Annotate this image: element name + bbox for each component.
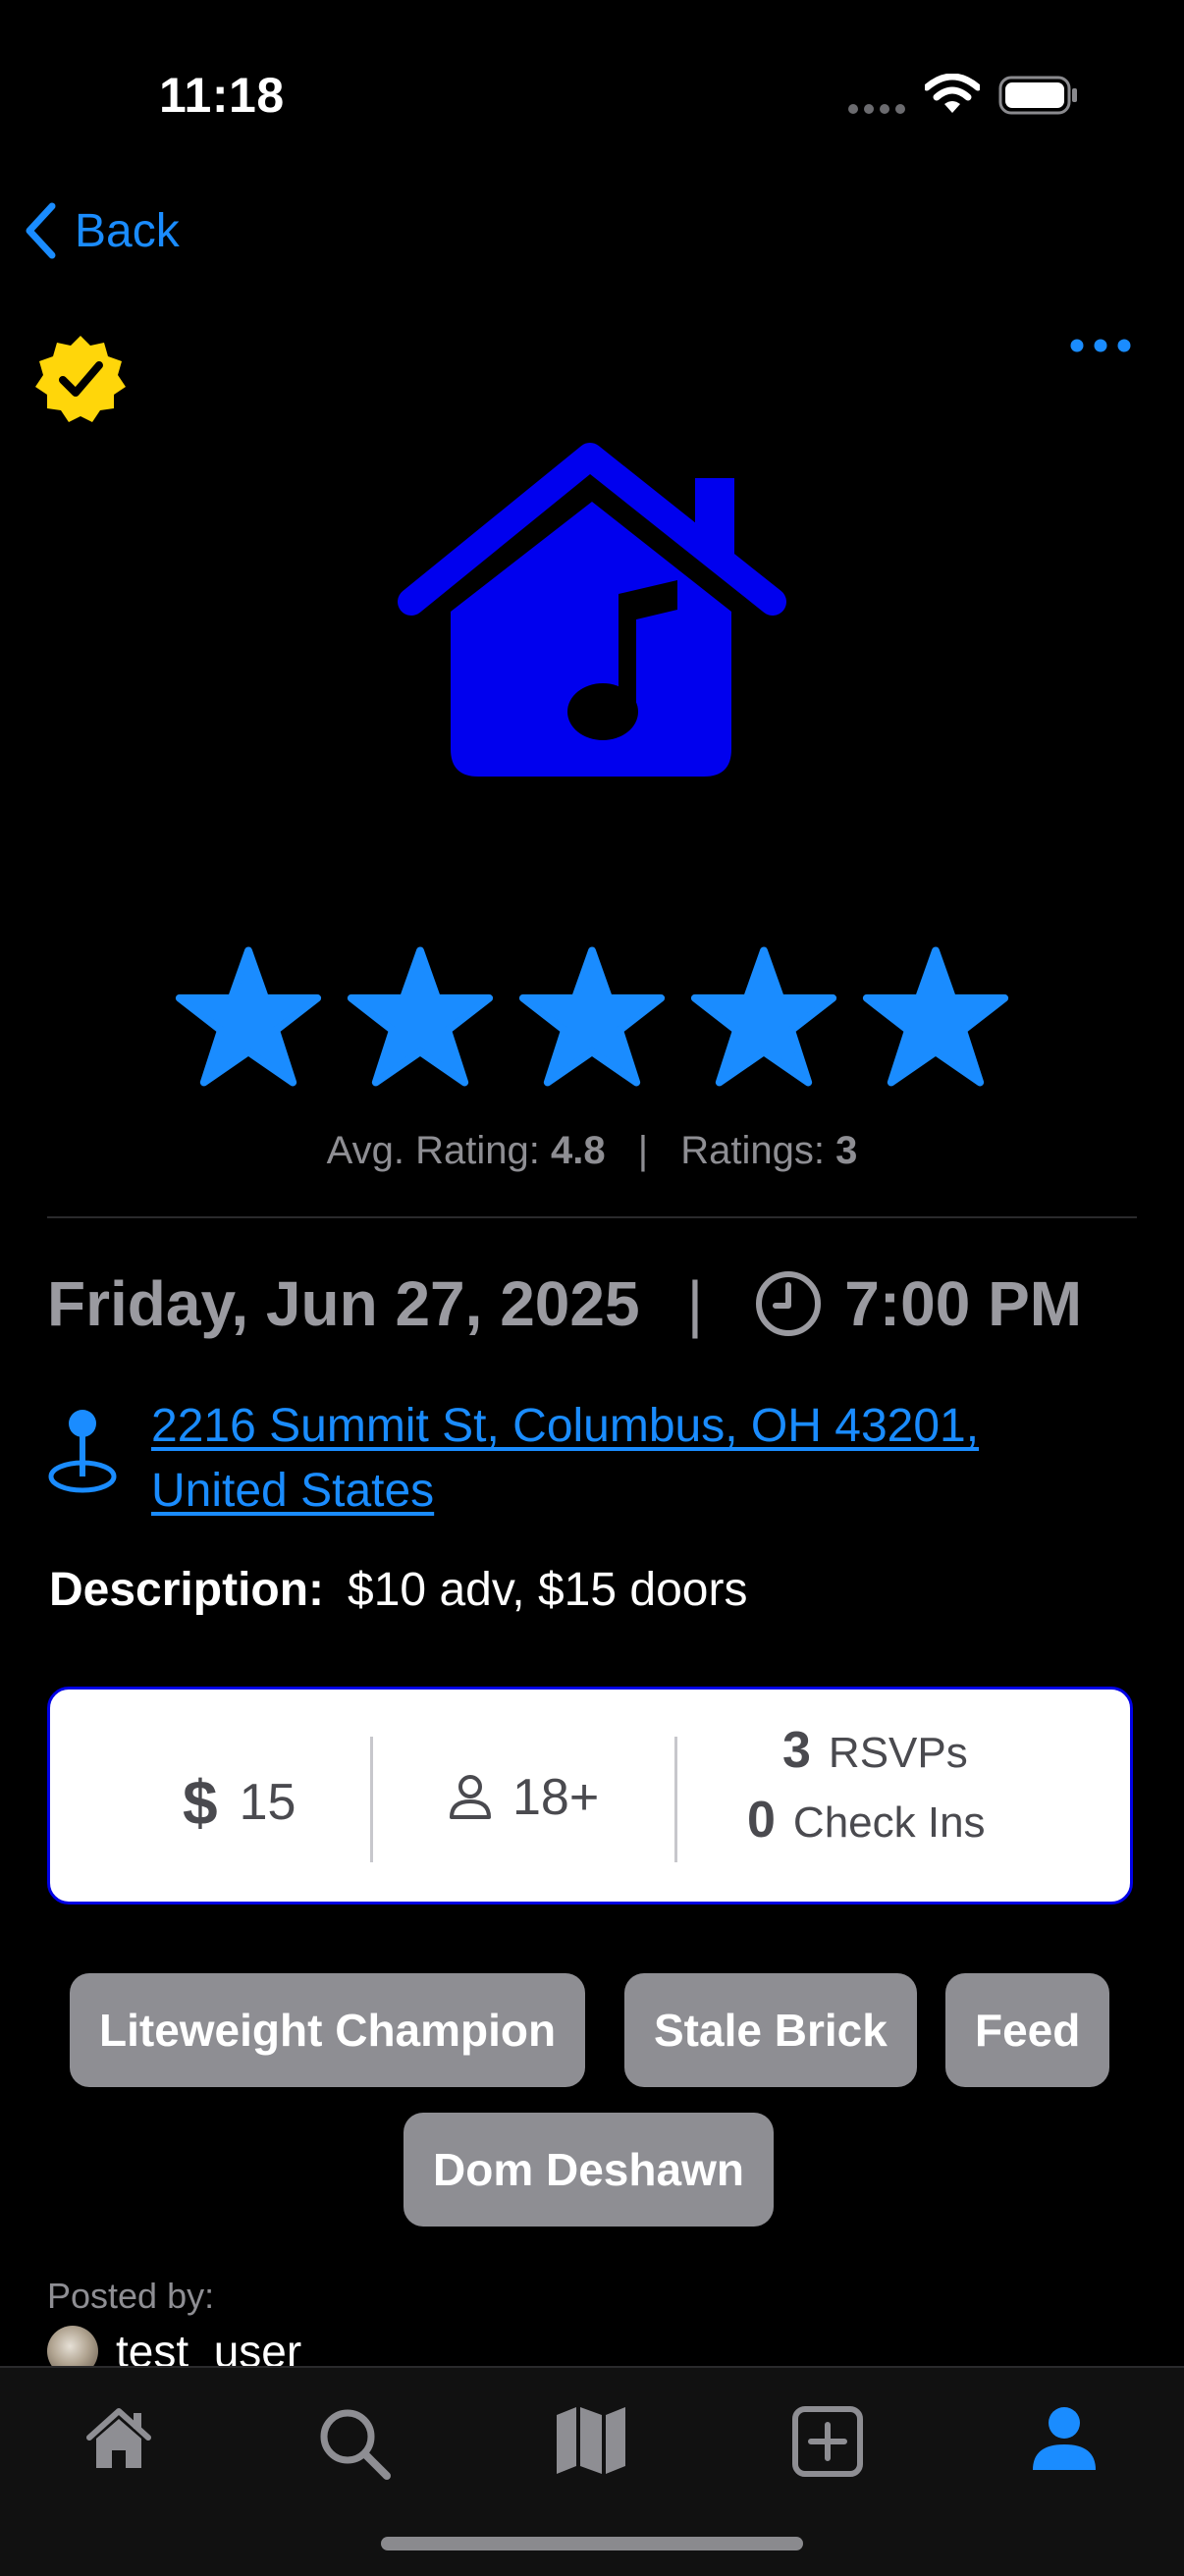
- search-icon[interactable]: [316, 2405, 393, 2482]
- divider: [47, 1216, 1137, 1218]
- dollar-icon: $: [183, 1767, 218, 1838]
- star-icon: [690, 946, 837, 1087]
- map-pin-icon: [48, 1410, 117, 1493]
- date-time-separator: |: [686, 1268, 704, 1339]
- rsvp-label: RSVPs: [828, 1729, 968, 1777]
- add-icon[interactable]: [791, 2405, 864, 2478]
- ratings-count-value: 3: [835, 1129, 858, 1172]
- house-music-icon: [398, 443, 786, 777]
- address-link[interactable]: 2216 Summit St, Columbus, OH 43201, Unit…: [151, 1394, 1172, 1524]
- artist-tag[interactable]: Feed: [945, 1973, 1110, 2087]
- event-info-card: $ 15 18+ 3 RSVPs 0 Check Ins: [47, 1687, 1133, 1905]
- address-line-1: 2216 Summit St, Columbus, OH 43201,: [151, 1400, 980, 1452]
- star-icon: [347, 946, 494, 1087]
- price-cell: $ 15: [183, 1766, 296, 1839]
- profile-icon[interactable]: [1031, 2405, 1098, 2472]
- card-divider: [674, 1737, 677, 1862]
- event-time: 7:00 PM: [844, 1268, 1083, 1339]
- age-value: 18+: [512, 1769, 600, 1826]
- home-indicator: [381, 2537, 803, 2550]
- address-row: 2216 Summit St, Columbus, OH 43201, Unit…: [47, 1394, 1172, 1524]
- ratings-count-label: Ratings:: [680, 1129, 825, 1172]
- person-icon: [450, 1775, 491, 1819]
- status-time: 11:18: [159, 68, 285, 123]
- rsvp-count: 3: [782, 1722, 811, 1779]
- address-line-2: United States: [151, 1465, 435, 1517]
- description-text: $10 adv, $15 doors: [348, 1564, 748, 1616]
- event-date: Friday, Jun 27, 2025: [47, 1268, 640, 1339]
- wifi-icon: [925, 74, 980, 113]
- rating-stars: [172, 944, 1012, 1092]
- checkin-count: 0: [747, 1792, 776, 1849]
- star-icon: [862, 946, 1009, 1087]
- star-icon: [518, 946, 666, 1087]
- back-button[interactable]: Back: [24, 201, 180, 260]
- age-cell: 18+: [448, 1768, 599, 1827]
- posted-by-label: Posted by:: [47, 2276, 215, 2316]
- map-icon[interactable]: [555, 2405, 627, 2476]
- rating-summary: Avg. Rating: 4.8 | Ratings: 3: [0, 1129, 1184, 1173]
- date-time-row: Friday, Jun 27, 2025 | 7:00 PM: [47, 1264, 1082, 1343]
- clock-icon: [756, 1271, 822, 1336]
- artist-tag[interactable]: Liteweight Champion: [70, 1973, 586, 2087]
- price-value: 15: [239, 1774, 296, 1831]
- description-row: Description: $10 adv, $15 doors: [49, 1563, 747, 1617]
- back-label: Back: [75, 204, 180, 257]
- battery-icon: [998, 76, 1077, 115]
- star-icon: [175, 946, 322, 1087]
- avg-rating-value: 4.8: [550, 1129, 606, 1172]
- ellipsis-icon[interactable]: [1070, 339, 1131, 352]
- cellular-dots-icon: [848, 104, 905, 114]
- artist-tag[interactable]: Dom Deshawn: [404, 2113, 774, 2227]
- card-divider: [370, 1737, 373, 1862]
- rsvp-cell: 3 RSVPs 0 Check Ins: [747, 1717, 986, 1856]
- verified-badge-icon: [35, 336, 126, 422]
- artist-tag[interactable]: Stale Brick: [624, 1973, 917, 2087]
- home-icon[interactable]: [84, 2405, 153, 2474]
- chevron-left-icon: [26, 202, 56, 259]
- avg-rating-label: Avg. Rating:: [326, 1129, 540, 1172]
- description-label: Description:: [49, 1564, 325, 1616]
- checkin-label: Check Ins: [792, 1798, 986, 1847]
- rating-separator: |: [637, 1129, 649, 1172]
